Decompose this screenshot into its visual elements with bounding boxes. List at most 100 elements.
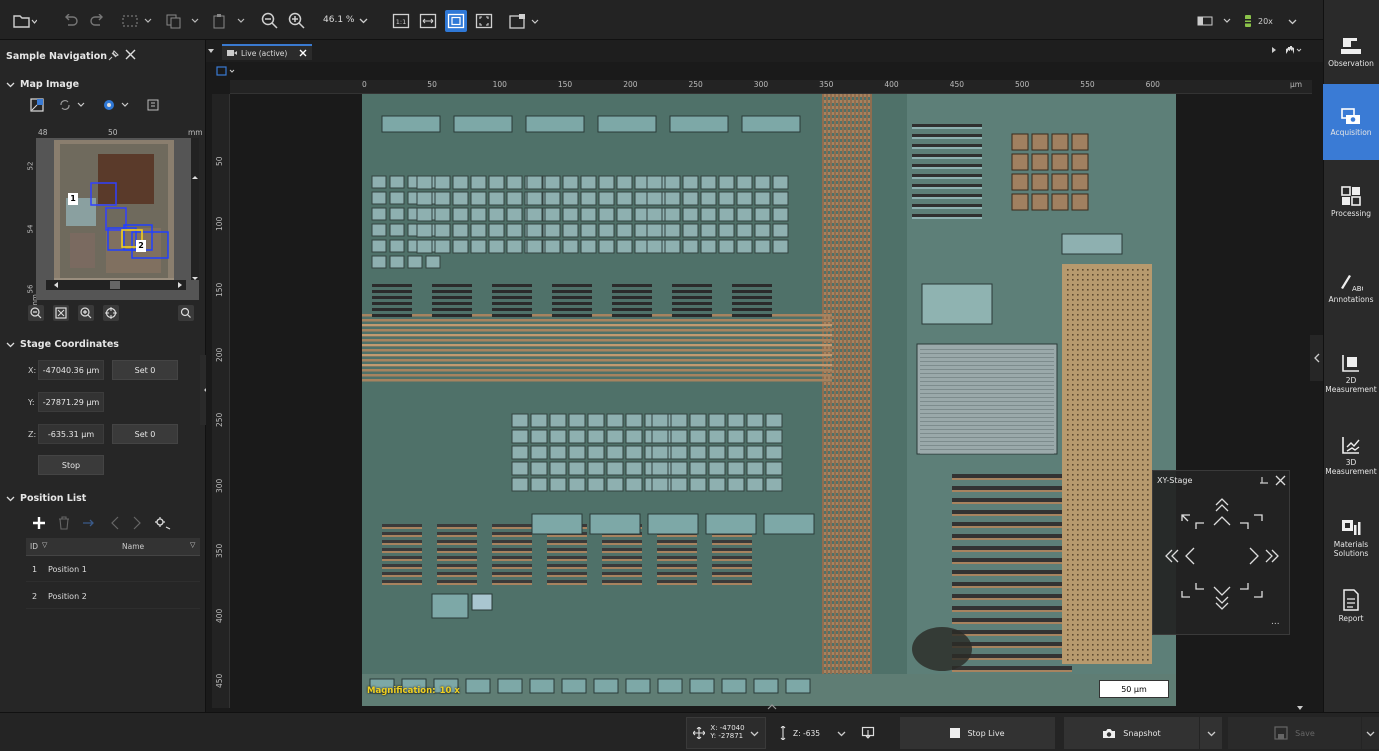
paste-button[interactable]	[210, 10, 250, 32]
zoom-out-button[interactable]	[260, 10, 280, 32]
display-mode-icon	[1197, 16, 1231, 26]
set-zero-x-button[interactable]: Set 0	[112, 360, 178, 380]
fit-width-button[interactable]	[418, 10, 438, 32]
col-name-header[interactable]: Name	[122, 542, 144, 551]
map-zoom-in-icon[interactable]	[78, 305, 94, 321]
rail-report[interactable]: Report	[1323, 568, 1379, 644]
tab-live[interactable]: Live (active)	[222, 44, 312, 60]
close-icon[interactable]	[1275, 475, 1286, 486]
add-position-icon[interactable]	[32, 516, 46, 530]
z-position-control[interactable]: Z: -635	[772, 717, 852, 749]
map-image-section-header[interactable]: Map Image	[6, 79, 79, 90]
triangle-down-icon	[208, 49, 214, 53]
zoom-level-dropdown[interactable]: 46.1 %	[323, 15, 368, 25]
tab-scroll-left[interactable]	[207, 47, 215, 55]
map-marker-2[interactable]: 2	[136, 240, 146, 252]
stage-z-label: Z:	[28, 430, 37, 439]
objective-dropdown[interactable]: 20x	[1243, 10, 1305, 32]
next-position-icon[interactable]	[132, 516, 142, 530]
undo-button[interactable]	[62, 10, 80, 32]
zoom-1to1-button[interactable]: 1:1	[391, 10, 411, 32]
map-fit-icon[interactable]	[53, 305, 69, 321]
selection-tool-button[interactable]	[120, 10, 156, 32]
stage-x-field[interactable]: -47040.36 µm	[38, 360, 104, 380]
stop-live-button[interactable]: Stop Live	[900, 717, 1055, 749]
layout-dropdown[interactable]	[507, 10, 543, 32]
close-tab-icon[interactable]	[299, 49, 307, 57]
rail-annotations[interactable]: ABC Annotations	[1323, 250, 1379, 326]
move-icon	[693, 727, 706, 739]
filter-icon[interactable]: ▽	[42, 541, 47, 549]
stop-live-label: Stop Live	[967, 728, 1005, 738]
map-settings-icon[interactable]	[146, 98, 162, 112]
map-search-button[interactable]	[178, 305, 194, 321]
redo-button[interactable]	[88, 10, 106, 32]
go-to-position-icon[interactable]	[82, 518, 98, 528]
position-name: Position 2	[48, 592, 87, 601]
rail-acquisition[interactable]: Acquisition	[1323, 84, 1379, 160]
ruler-y-tick: 200	[215, 347, 224, 362]
position-row[interactable]: 2 Position 2	[26, 585, 200, 609]
xy-position-control[interactable]: X: -47040 Y: -27871	[686, 717, 766, 749]
chevron-down-icon	[837, 731, 846, 736]
pin-icon[interactable]	[1259, 475, 1271, 487]
position-settings-icon[interactable]	[154, 516, 172, 530]
triangle-right-icon[interactable]	[1270, 46, 1278, 54]
position-list-section-header[interactable]: Position List	[6, 493, 86, 504]
xy-stage-joystick[interactable]	[1162, 495, 1282, 613]
map-zoom-tools	[28, 305, 119, 321]
map-image-canvas[interactable]	[36, 138, 199, 300]
stage-coordinates-section-header[interactable]: Stage Coordinates	[6, 339, 119, 350]
rail-2d-measurement[interactable]: 2D Measurement	[1323, 336, 1379, 412]
col-id-header[interactable]: ID	[30, 542, 38, 551]
rail-materials-solutions[interactable]: Materials Solutions	[1323, 500, 1379, 576]
focus-indicator-button[interactable]	[856, 717, 880, 749]
stop-stage-button[interactable]: Stop	[38, 455, 104, 475]
zoom-in-button[interactable]	[287, 10, 307, 32]
collapse-right-panel-button[interactable]	[1310, 335, 1323, 381]
map-axis-left-2: 56	[26, 284, 35, 294]
chevron-down-icon	[6, 496, 15, 502]
xy-stage-panel: XY-Stage ...	[1152, 470, 1290, 635]
microscope-icon	[1341, 37, 1361, 54]
rail-3d-measurement[interactable]: 3D Measurement	[1323, 418, 1379, 494]
rail-label: Report	[1338, 613, 1364, 623]
map-marker-1[interactable]: 1	[68, 193, 78, 205]
stage-y-field[interactable]: -27871.29 µm	[38, 392, 104, 412]
map-camera-icon[interactable]	[102, 98, 132, 112]
pan-hand-icon[interactable]	[1284, 45, 1302, 55]
rail-observation[interactable]: Observation	[1323, 14, 1379, 90]
snapshot-options-dropdown[interactable]	[1200, 717, 1222, 749]
fit-to-window-button[interactable]	[445, 10, 467, 32]
save-button[interactable]: Save	[1228, 717, 1361, 749]
delete-position-icon[interactable]	[58, 516, 70, 530]
map-zoom-out-icon[interactable]	[28, 305, 44, 321]
position-row[interactable]: 1 Position 1	[26, 558, 200, 582]
display-mode-dropdown[interactable]	[1195, 10, 1235, 32]
fullscreen-button[interactable]	[474, 10, 494, 32]
stage-z-field[interactable]: -635.31 µm	[38, 424, 104, 444]
live-image[interactable]	[362, 94, 1176, 706]
snapshot-button[interactable]: Snapshot	[1064, 717, 1199, 749]
rail-processing[interactable]: Processing	[1323, 164, 1379, 240]
map-locate-icon[interactable]	[103, 305, 119, 321]
open-file-button[interactable]	[12, 10, 38, 32]
scale-bar: 50 µm	[1099, 680, 1169, 698]
copy-icon	[166, 14, 199, 29]
report-document-icon	[1343, 588, 1359, 611]
previous-position-icon[interactable]	[110, 516, 120, 530]
layer-dropdown[interactable]	[216, 66, 238, 76]
save-options-dropdown[interactable]	[1362, 717, 1379, 749]
map-select-icon[interactable]	[30, 98, 44, 112]
rail-label: 2D Measurement	[1325, 376, 1377, 394]
stage-x-label: X:	[28, 366, 37, 375]
viewer-corner-menu[interactable]	[1296, 705, 1304, 711]
pin-icon[interactable]	[108, 49, 120, 61]
copy-button[interactable]	[164, 10, 204, 32]
expand-bottom-button[interactable]	[767, 704, 777, 710]
refresh-map-icon[interactable]	[58, 98, 88, 112]
filter-icon[interactable]: ▽	[190, 541, 195, 549]
close-panel-icon[interactable]	[124, 48, 137, 61]
set-zero-z-button[interactable]: Set 0	[112, 424, 178, 444]
more-options[interactable]: ...	[1271, 617, 1280, 627]
